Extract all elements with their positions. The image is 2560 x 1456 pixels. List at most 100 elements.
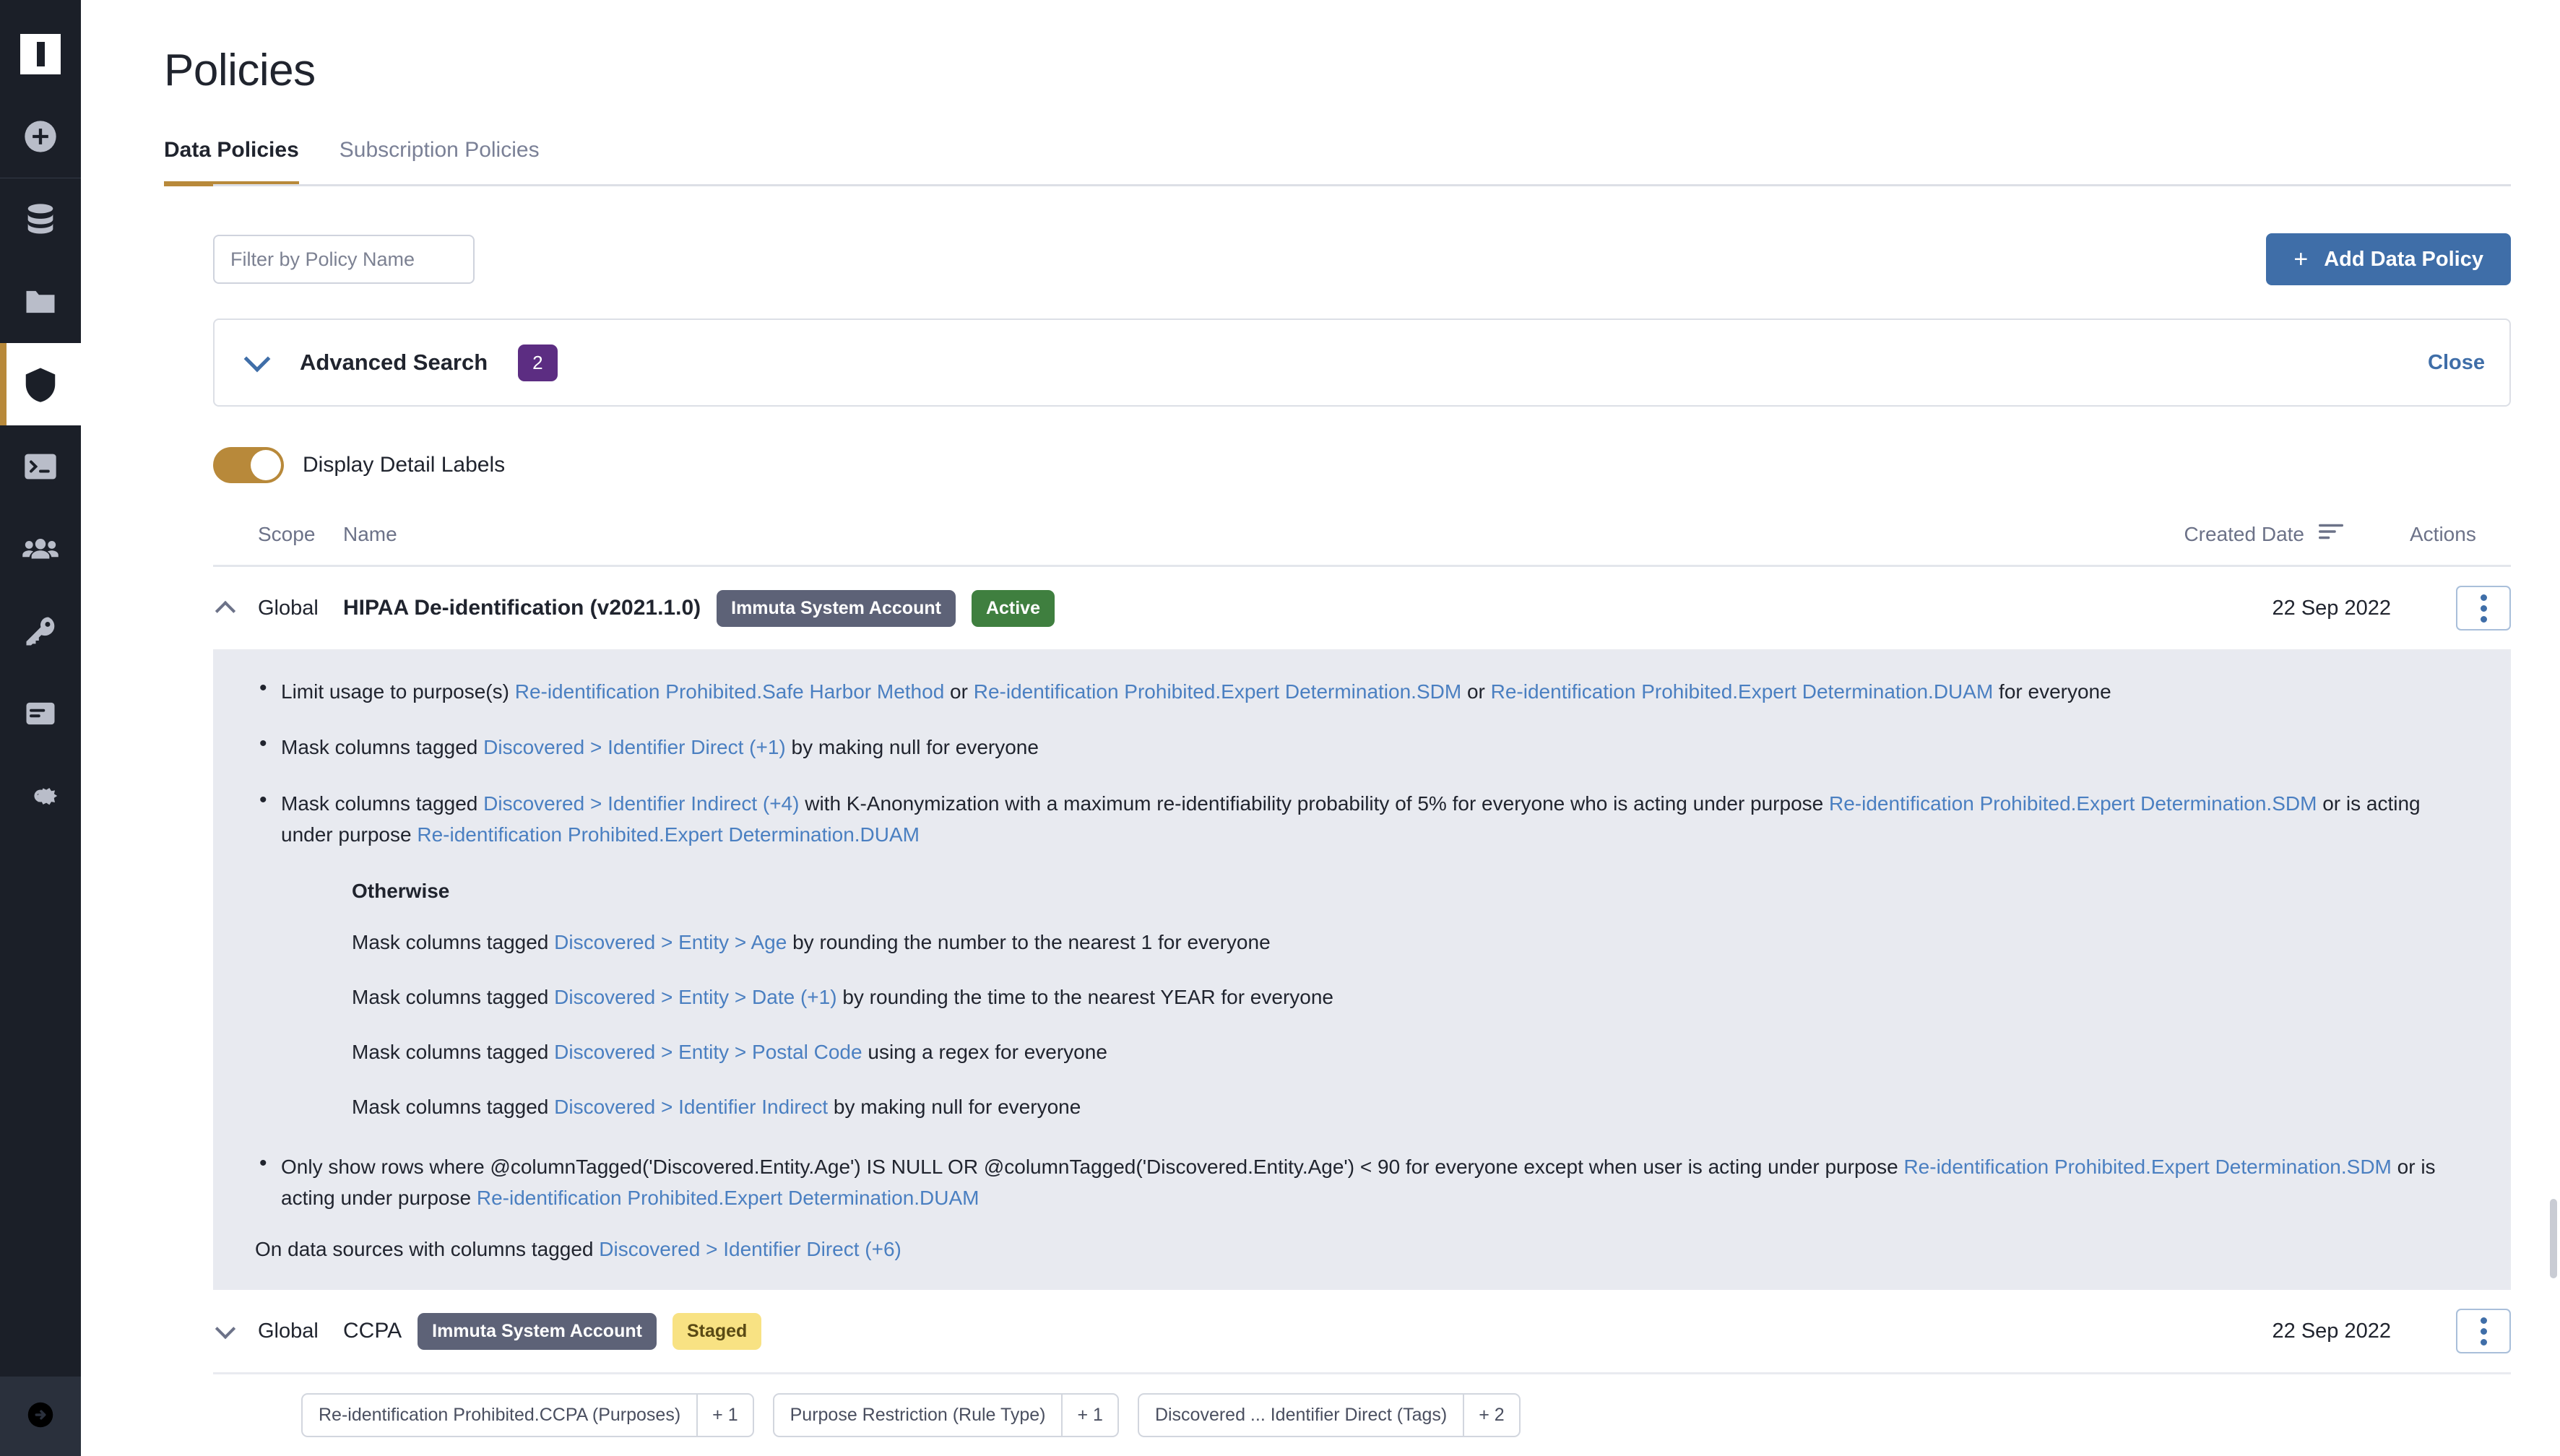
- terminal-icon: [22, 448, 59, 485]
- tag-link[interactable]: Discovered > Entity > Postal Code: [554, 1041, 862, 1063]
- sidebar-item-data-sources[interactable]: [0, 178, 81, 261]
- rule-text-segment: Limit usage to purpose(s): [281, 680, 515, 703]
- sidebar-logo[interactable]: [0, 13, 81, 95]
- rule-text-segment: Mask columns tagged: [352, 930, 555, 953]
- tag-link[interactable]: Discovered > Identifier Direct (+6): [599, 1238, 901, 1260]
- tag-link[interactable]: Discovered > Identifier Direct (+1): [483, 736, 786, 758]
- policy-rules-list: Limit usage to purpose(s) Re-identificat…: [255, 676, 2469, 1213]
- row-collapse-caret[interactable]: [213, 598, 238, 622]
- tag-chip-count[interactable]: + 1: [1061, 1395, 1117, 1436]
- tag-link[interactable]: Discovered > Identifier Indirect: [554, 1096, 828, 1118]
- shield-icon: [21, 365, 60, 404]
- page-title: Policies: [164, 46, 316, 95]
- tag-chip[interactable]: Re-identification Prohibited.CCPA (Purpo…: [301, 1393, 754, 1438]
- row-expand-caret[interactable]: [213, 1319, 238, 1340]
- filter-policy-name-input[interactable]: [213, 235, 475, 284]
- row-scope: Global: [258, 596, 319, 620]
- page-scrollbar[interactable]: [2550, 1199, 2557, 1278]
- tag-chip-count[interactable]: + 1: [696, 1395, 752, 1436]
- sidebar-item-people[interactable]: [0, 508, 81, 590]
- table-row[interactable]: Global HIPAA De-identification (v2021.1.…: [213, 567, 2511, 651]
- toggle-knob: [251, 450, 281, 480]
- sidebar-item-audit[interactable]: [0, 672, 81, 755]
- rule-text-segment: Only show rows where @columnTagged('Disc…: [281, 1155, 1904, 1178]
- advanced-search-left: Advanced Search 2: [243, 344, 558, 381]
- tag-chip[interactable]: Discovered ... Identifier Direct (Tags) …: [1137, 1393, 1521, 1438]
- sidebar-item-policies[interactable]: [0, 343, 81, 425]
- display-detail-labels-toggle[interactable]: [213, 447, 284, 483]
- rule-text-segment: using a regex for everyone: [862, 1040, 1107, 1063]
- sidebar-item-logout[interactable]: [0, 1377, 81, 1456]
- sidebar-item-add[interactable]: [0, 95, 81, 178]
- advanced-search-title: Advanced Search: [300, 350, 488, 375]
- rule-text-segment: Mask columns tagged: [281, 792, 484, 815]
- policies-toolbar: + Add Data Policy: [213, 233, 2511, 285]
- status-badge: Active: [971, 589, 1055, 627]
- tag-chip-label: Purpose Restriction (Rule Type): [790, 1405, 1046, 1426]
- tag-link[interactable]: Re-identification Prohibited.Expert Dete…: [974, 680, 1461, 703]
- rule-text: Only show rows where @columnTagged('Disc…: [281, 1156, 2436, 1209]
- display-detail-labels-row: Display Detail Labels: [213, 447, 2560, 483]
- sidebar-item-settings[interactable]: [0, 755, 81, 837]
- otherwise-rule: Mask columns tagged Discovered > Entity …: [352, 1037, 2469, 1067]
- column-header-name[interactable]: Name: [343, 523, 2184, 546]
- gear-icon: [21, 776, 60, 815]
- row-actions-menu-button[interactable]: [2456, 1309, 2511, 1354]
- add-icon: [22, 118, 59, 155]
- logout-icon: [24, 1398, 57, 1435]
- rule-text-segment: Mask columns tagged: [352, 1095, 555, 1118]
- sidebar-item-projects[interactable]: [0, 261, 81, 343]
- column-header-created-date[interactable]: Created Date: [2184, 522, 2343, 546]
- otherwise-block: Otherwise Mask columns tagged Discovered…: [352, 880, 2469, 1122]
- tag-link[interactable]: Re-identification Prohibited.Expert Dete…: [1903, 1156, 2391, 1178]
- sort-icon[interactable]: [2319, 522, 2343, 546]
- tag-link[interactable]: Re-identification Prohibited.Expert Dete…: [417, 823, 920, 846]
- policy-detail-panel: Limit usage to purpose(s) Re-identificat…: [213, 651, 2511, 1291]
- plus-icon: +: [2293, 246, 2309, 273]
- document-icon: [22, 695, 59, 732]
- add-data-policy-button[interactable]: + Add Data Policy: [2266, 233, 2511, 285]
- policy-rule-item: Mask columns tagged Discovered > Identif…: [259, 732, 2469, 763]
- tab-subscription-policies[interactable]: Subscription Policies: [340, 138, 540, 186]
- app-root: Policies Data Policies Subscription Poli…: [0, 0, 2560, 1456]
- sidebar-item-access[interactable]: [0, 590, 81, 672]
- tab-data-policies[interactable]: Data Policies: [164, 138, 299, 186]
- table-row[interactable]: Global CCPA Immuta System Account Staged…: [213, 1290, 2511, 1375]
- policy-rule-item: Limit usage to purpose(s) Re-identificat…: [259, 676, 2469, 707]
- tag-link[interactable]: Discovered > Identifier Indirect (+4): [483, 792, 799, 815]
- row-actions-menu-button[interactable]: [2456, 586, 2511, 630]
- rule-text-segment: by rounding the time to the nearest YEAR…: [836, 985, 1333, 1008]
- row-name-cell: HIPAA De-identification (v2021.1.0) Immu…: [343, 589, 2273, 627]
- rule-text-segment: Mask columns tagged: [281, 736, 484, 759]
- tag-chip-count[interactable]: + 2: [1463, 1395, 1518, 1436]
- column-header-scope[interactable]: Scope: [258, 523, 343, 546]
- tag-link[interactable]: Re-identification Prohibited.Expert Dete…: [1491, 680, 1994, 703]
- advanced-search-count-badge: 2: [518, 344, 558, 381]
- display-detail-labels-label: Display Detail Labels: [303, 453, 506, 477]
- rule-text-segment: or: [944, 680, 974, 703]
- rule-text: Limit usage to purpose(s) Re-identificat…: [281, 680, 2111, 703]
- policy-tag-chips: Re-identification Prohibited.CCPA (Purpo…: [301, 1393, 2511, 1438]
- chevron-down-icon[interactable]: [243, 345, 271, 373]
- status-badge: Staged: [672, 1312, 762, 1350]
- sidebar-top-group: [0, 0, 81, 178]
- otherwise-rule: Mask columns tagged Discovered > Entity …: [352, 927, 2469, 958]
- advanced-search-close-link[interactable]: Close: [2428, 351, 2485, 375]
- policy-name[interactable]: HIPAA De-identification (v2021.1.0): [343, 596, 701, 620]
- tag-link[interactable]: Re-identification Prohibited.Expert Dete…: [477, 1187, 980, 1209]
- sidebar-item-query-engine[interactable]: [0, 425, 81, 508]
- column-header-actions: Actions: [2410, 522, 2476, 545]
- row-created-date: 22 Sep 2022: [2272, 596, 2391, 620]
- tag-chip[interactable]: Purpose Restriction (Rule Type) + 1: [772, 1393, 1119, 1438]
- rule-text-segment: for everyone: [1993, 680, 2111, 703]
- tag-link[interactable]: Re-identification Prohibited.Expert Dete…: [1829, 792, 2317, 815]
- rule-text-segment: by rounding the number to the nearest 1 …: [787, 930, 1271, 953]
- tag-link[interactable]: Re-identification Prohibited.Safe Harbor…: [515, 680, 945, 703]
- policy-name[interactable]: CCPA: [343, 1319, 402, 1343]
- policy-detail-footer: On data sources with columns tagged Disc…: [255, 1238, 2469, 1261]
- add-data-policy-label: Add Data Policy: [2324, 247, 2483, 271]
- tag-link[interactable]: Discovered > Entity > Age: [554, 931, 787, 953]
- tag-link[interactable]: Discovered > Entity > Date (+1): [554, 986, 836, 1008]
- key-icon: [22, 612, 59, 650]
- people-icon: [21, 529, 60, 568]
